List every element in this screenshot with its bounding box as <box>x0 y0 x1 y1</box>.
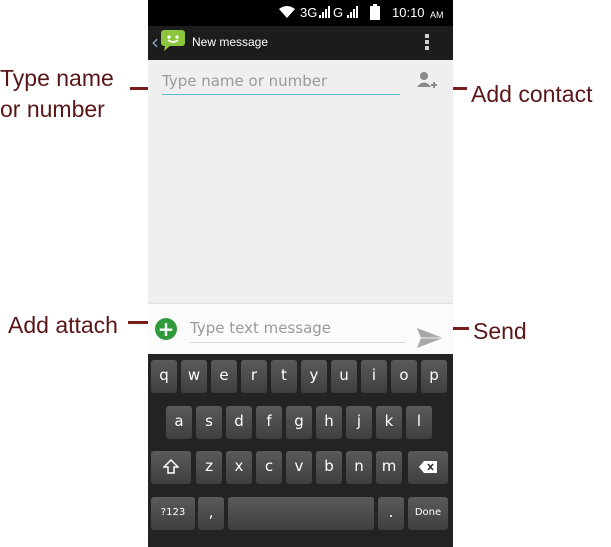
callout-send: Send <box>473 318 527 344</box>
key-d[interactable]: d <box>226 406 252 439</box>
backspace-icon <box>419 461 437 473</box>
key-k[interactable]: k <box>376 406 402 439</box>
key-x[interactable]: x <box>226 451 252 484</box>
callout-add-attach: Add attach <box>8 312 118 338</box>
key-t[interactable]: t <box>271 360 297 393</box>
key-o[interactable]: o <box>391 360 417 393</box>
compose-bar: + <box>148 303 453 354</box>
clock-ampm: AM <box>430 10 444 20</box>
key-n[interactable]: n <box>346 451 372 484</box>
key-q[interactable]: q <box>151 360 177 393</box>
key-b[interactable]: b <box>316 451 342 484</box>
key-u[interactable]: u <box>331 360 357 393</box>
key-c[interactable]: c <box>256 451 282 484</box>
add-contact-icon[interactable] <box>416 70 438 92</box>
backspace-key[interactable] <box>408 451 448 484</box>
key-w[interactable]: w <box>181 360 207 393</box>
signal-icon-1 <box>319 6 330 18</box>
key-r[interactable]: r <box>241 360 267 393</box>
battery-icon <box>370 4 380 20</box>
callout-name-line2: or number <box>0 96 105 122</box>
key-v[interactable]: v <box>286 451 312 484</box>
key-a[interactable]: a <box>166 406 192 439</box>
symbols-key[interactable]: ?123 <box>151 497 195 530</box>
shift-key[interactable] <box>151 451 191 484</box>
key-j[interactable]: j <box>346 406 372 439</box>
key-y[interactable]: y <box>301 360 327 393</box>
key-e[interactable]: e <box>211 360 237 393</box>
network-type-label-2: G <box>333 5 344 20</box>
key-s[interactable]: s <box>196 406 222 439</box>
key-g[interactable]: g <box>286 406 312 439</box>
phone-screen: 3G G 10:10 AM ‹ New message Type name or… <box>148 0 453 547</box>
messaging-app-icon[interactable] <box>160 29 186 51</box>
action-bar: ‹ New message <box>148 26 453 60</box>
key-h[interactable]: h <box>316 406 342 439</box>
shift-icon <box>162 458 180 474</box>
recipient-field-wrapper <box>162 68 400 95</box>
recipient-input[interactable] <box>162 68 400 94</box>
key-l[interactable]: l <box>406 406 432 439</box>
comma-key[interactable]: , <box>198 497 224 530</box>
overflow-menu-icon[interactable] <box>424 34 430 52</box>
message-field-wrapper <box>190 314 405 343</box>
status-bar: 3G G 10:10 AM <box>148 0 453 26</box>
page-title: New message <box>192 35 269 49</box>
space-key[interactable] <box>228 497 374 530</box>
clock-time: 10:10 <box>392 5 425 20</box>
key-z[interactable]: z <box>196 451 222 484</box>
message-input[interactable] <box>190 314 405 342</box>
wifi-icon <box>279 6 295 18</box>
period-key[interactable]: . <box>378 497 404 530</box>
key-f[interactable]: f <box>256 406 282 439</box>
attach-plus-icon[interactable]: + <box>155 318 177 340</box>
key-p[interactable]: p <box>421 360 447 393</box>
signal-icon-2 <box>347 6 358 18</box>
soft-keyboard: q w e r t y u i o p a s d f g h j k l z … <box>148 354 453 547</box>
send-icon[interactable] <box>416 326 444 350</box>
callout-name-line1: Type name <box>0 65 114 91</box>
done-key[interactable]: Done <box>408 497 448 530</box>
key-i[interactable]: i <box>361 360 387 393</box>
network-type-label: 3G <box>300 5 318 20</box>
callout-add-contact: Add contact <box>471 81 593 107</box>
back-chevron-icon[interactable]: ‹ <box>151 30 159 54</box>
key-m[interactable]: m <box>376 451 402 484</box>
